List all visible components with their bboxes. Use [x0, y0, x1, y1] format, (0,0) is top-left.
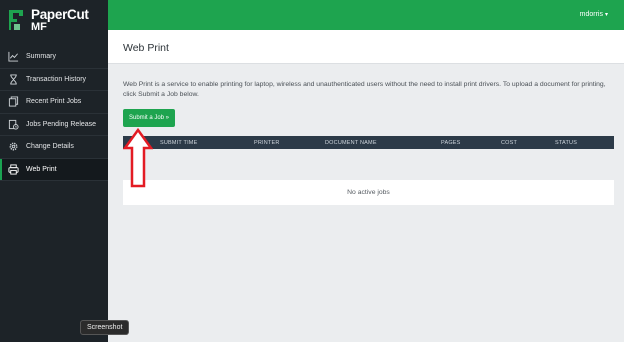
main-content: Web Print Web Print is a service to enab… — [108, 30, 624, 342]
sidebar-item-summary[interactable]: Summary — [0, 46, 108, 69]
files-icon — [0, 96, 26, 107]
sidebar-item-label: Change Details — [26, 143, 74, 151]
column-header-submit-time[interactable]: SUBMIT TIME — [160, 140, 197, 146]
submit-job-button[interactable]: Submit a Job » — [123, 109, 175, 127]
user-menu[interactable]: mdorris ▾ — [580, 11, 608, 18]
sidebar-item-label: Transaction History — [26, 75, 87, 83]
sidebar-item-label: Jobs Pending Release — [26, 120, 97, 128]
sidebar-nav: Summary Transaction History Recent Print… — [0, 46, 108, 181]
sidebar: PaperCut MF Summary Transaction History … — [0, 0, 108, 342]
username: mdorris — [579, 11, 603, 18]
pending-jobs-icon — [0, 119, 26, 130]
sidebar-item-label: Summary — [26, 53, 56, 61]
jobs-table-empty-row: No active jobs — [123, 180, 614, 205]
page-title: Web Print — [123, 42, 169, 54]
red-up-arrow-annotation — [123, 128, 153, 188]
brand-name: PaperCut — [31, 7, 89, 22]
sidebar-item-change-details[interactable]: Change Details — [0, 136, 108, 159]
brand-sub: MF — [31, 21, 47, 33]
chevron-down-icon: ▾ — [604, 12, 608, 18]
sidebar-item-jobs-pending-release[interactable]: Jobs Pending Release — [0, 114, 108, 136]
chart-icon — [0, 51, 26, 62]
papercut-logo-icon — [9, 10, 23, 30]
papercut-logo[interactable]: PaperCut MF — [7, 7, 107, 35]
gear-icon — [0, 141, 26, 152]
printer-icon — [0, 164, 26, 175]
column-header-pages[interactable]: PAGES — [441, 140, 461, 146]
column-header-status[interactable]: STATUS — [555, 140, 577, 146]
sidebar-item-label: Web Print — [26, 165, 57, 173]
sidebar-item-recent-print-jobs[interactable]: Recent Print Jobs — [0, 91, 108, 114]
column-header-printer[interactable]: PRINTER — [254, 140, 280, 146]
top-bar: mdorris ▾ — [108, 0, 624, 30]
page-description: Web Print is a service to enable printin… — [123, 81, 606, 98]
hourglass-icon — [0, 74, 26, 85]
jobs-table-header: SUBMIT TIME PRINTER DOCUMENT NAME PAGES … — [123, 136, 614, 149]
column-header-document-name[interactable]: DOCUMENT NAME — [325, 140, 377, 146]
column-header-cost[interactable]: COST — [501, 140, 517, 146]
sidebar-item-web-print[interactable]: Web Print — [0, 158, 108, 181]
sidebar-item-label: Recent Print Jobs — [26, 98, 82, 106]
sidebar-item-transaction-history[interactable]: Transaction History — [0, 69, 108, 91]
screenshot-tooltip: Screenshot — [80, 320, 130, 335]
title-bar: Web Print — [108, 30, 624, 64]
